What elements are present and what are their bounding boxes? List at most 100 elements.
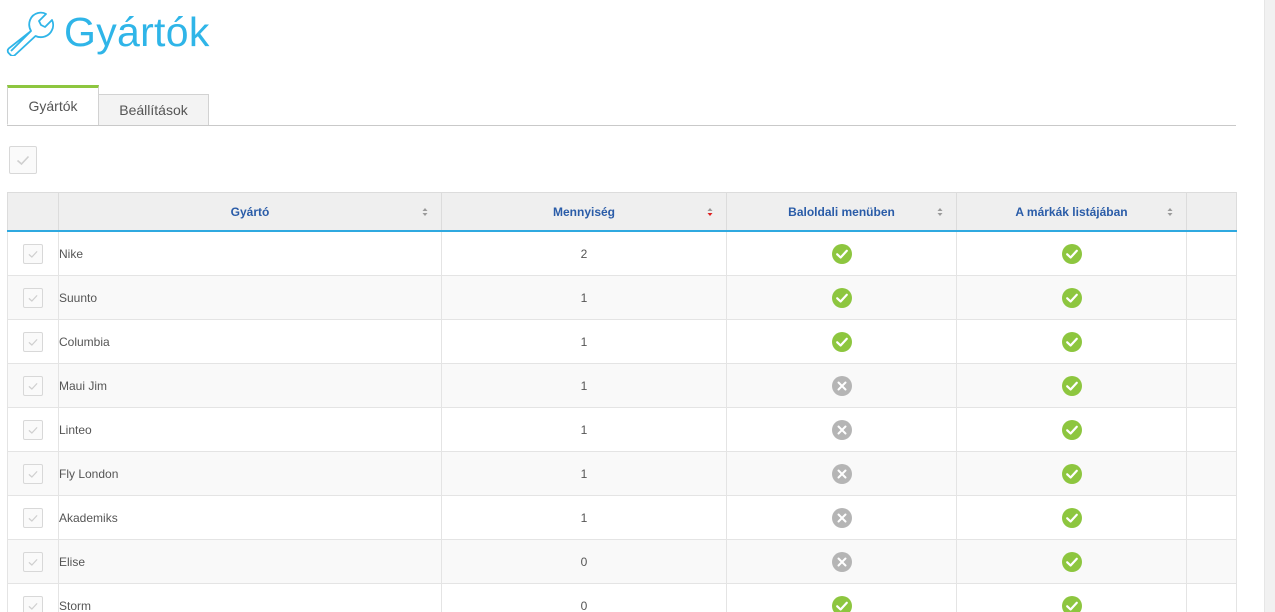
table-row[interactable]: Linteo 1 — [7, 407, 1237, 452]
check-icon — [28, 338, 38, 346]
page: Gyártók Gyártók Beállítások Gyártó Menny… — [0, 0, 1275, 612]
brand-list-status[interactable] — [956, 495, 1187, 540]
check-circle-icon — [831, 243, 852, 264]
check-icon — [28, 426, 38, 434]
checkbox[interactable] — [9, 146, 37, 174]
row-actions-cell — [1186, 583, 1237, 612]
brand-list-status[interactable] — [956, 230, 1187, 276]
brand-list-status[interactable] — [956, 363, 1187, 408]
table-row[interactable]: Storm 0 — [7, 583, 1237, 612]
table-row[interactable]: Maui Jim 1 — [7, 363, 1237, 408]
check-icon — [28, 470, 38, 478]
manufacturer-name[interactable]: Maui Jim — [58, 363, 442, 408]
quantity-value: 1 — [441, 363, 727, 408]
row-checkbox[interactable] — [23, 507, 43, 528]
manufacturer-name[interactable]: Storm — [58, 583, 442, 612]
manufacturers-table: Gyártó Mennyiség Baloldali menüben A már… — [7, 192, 1237, 612]
brand-list-status[interactable] — [956, 319, 1187, 364]
quantity-value: 0 — [441, 583, 727, 612]
row-select-cell[interactable] — [7, 407, 59, 452]
sort-icon[interactable] — [936, 206, 944, 218]
column-header-left-menu[interactable]: Baloldali menüben — [726, 192, 957, 232]
column-header-brand-list[interactable]: A márkák listájában — [956, 192, 1187, 232]
brand-list-status[interactable] — [956, 539, 1187, 584]
table-row[interactable]: Columbia 1 — [7, 319, 1237, 364]
manufacturer-name[interactable]: Fly London — [58, 451, 442, 496]
check-icon — [28, 514, 38, 522]
row-checkbox[interactable] — [23, 287, 43, 308]
row-checkbox[interactable] — [23, 375, 43, 396]
brand-list-status[interactable] — [956, 407, 1187, 452]
table-row[interactable]: Fly London 1 — [7, 451, 1237, 496]
check-circle-icon — [1061, 287, 1082, 308]
brand-list-status[interactable] — [956, 451, 1187, 496]
x-circle-icon — [831, 419, 852, 440]
row-select-cell[interactable] — [7, 275, 59, 320]
row-actions-cell — [1186, 539, 1237, 584]
left-menu-status[interactable] — [726, 539, 957, 584]
table-header-row: Gyártó Mennyiség Baloldali menüben A már… — [7, 192, 1237, 232]
select-all-checkbox[interactable] — [9, 146, 37, 174]
row-select-cell[interactable] — [7, 230, 59, 276]
column-header-label: Mennyiség — [552, 204, 615, 219]
tab-manufacturers[interactable]: Gyártók — [7, 85, 99, 125]
table-row[interactable]: Akademiks 1 — [7, 495, 1237, 540]
row-checkbox[interactable] — [23, 331, 43, 352]
scrollbar-track[interactable] — [1264, 0, 1275, 612]
x-circle-icon — [831, 551, 852, 572]
row-select-cell[interactable] — [7, 319, 59, 364]
brand-list-status[interactable] — [956, 275, 1187, 320]
manufacturer-name[interactable]: Nike — [58, 230, 442, 276]
column-header-quantity[interactable]: Mennyiség — [441, 192, 727, 232]
row-actions-cell — [1186, 495, 1237, 540]
check-icon — [28, 250, 38, 258]
check-circle-icon — [831, 595, 852, 612]
check-icon — [28, 602, 38, 610]
x-circle-icon — [831, 507, 852, 528]
column-header-label: Baloldali menüben — [788, 204, 895, 219]
left-menu-status[interactable] — [726, 407, 957, 452]
sort-desc-icon[interactable] — [706, 206, 714, 218]
column-header-manufacturer[interactable]: Gyártó — [58, 192, 442, 232]
manufacturer-name[interactable]: Elise — [58, 539, 442, 584]
row-actions-cell — [1186, 275, 1237, 320]
tab-settings[interactable]: Beállítások — [98, 94, 209, 125]
sort-icon[interactable] — [1166, 206, 1174, 218]
left-menu-status[interactable] — [726, 583, 957, 612]
left-menu-status[interactable] — [726, 230, 957, 276]
quantity-value: 1 — [441, 495, 727, 540]
manufacturer-name[interactable]: Akademiks — [58, 495, 442, 540]
row-select-cell[interactable] — [7, 583, 59, 612]
check-circle-icon — [1061, 507, 1082, 528]
table-row[interactable]: Suunto 1 — [7, 275, 1237, 320]
brand-list-status[interactable] — [956, 583, 1187, 612]
x-circle-icon — [831, 463, 852, 484]
manufacturer-name[interactable]: Suunto — [58, 275, 442, 320]
row-checkbox[interactable] — [23, 419, 43, 440]
table-row[interactable]: Elise 0 — [7, 539, 1237, 584]
left-menu-status[interactable] — [726, 495, 957, 540]
table-row[interactable]: Nike 2 — [7, 230, 1237, 276]
row-actions-cell — [1186, 451, 1237, 496]
manufacturer-name[interactable]: Columbia — [58, 319, 442, 364]
row-checkbox[interactable] — [23, 595, 43, 612]
row-select-cell[interactable] — [7, 363, 59, 408]
page-header: Gyártók — [6, 8, 210, 57]
check-circle-icon — [1061, 463, 1082, 484]
left-menu-status[interactable] — [726, 275, 957, 320]
check-circle-icon — [1061, 331, 1082, 352]
row-checkbox[interactable] — [23, 463, 43, 484]
row-select-cell[interactable] — [7, 451, 59, 496]
row-checkbox[interactable] — [23, 243, 43, 264]
manufacturer-name[interactable]: Linteo — [58, 407, 442, 452]
left-menu-status[interactable] — [726, 451, 957, 496]
sort-icon[interactable] — [421, 206, 429, 218]
column-header-label: A márkák listájában — [1015, 204, 1128, 219]
row-select-cell[interactable] — [7, 539, 59, 584]
row-select-cell[interactable] — [7, 495, 59, 540]
left-menu-status[interactable] — [726, 319, 957, 364]
column-header-select — [7, 192, 59, 232]
wrench-icon — [6, 8, 55, 57]
row-checkbox[interactable] — [23, 551, 43, 572]
left-menu-status[interactable] — [726, 363, 957, 408]
